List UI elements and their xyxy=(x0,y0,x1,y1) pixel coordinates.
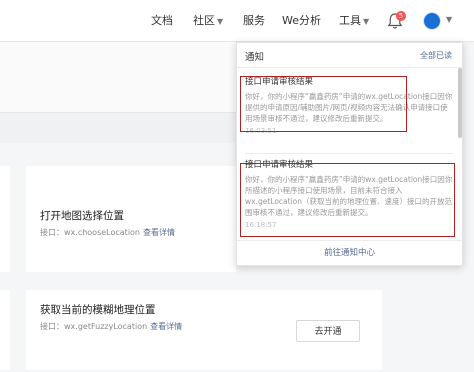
background-band xyxy=(0,42,238,113)
card-fragment xyxy=(0,166,10,272)
notification-title: 通知 xyxy=(245,52,265,63)
card-interface: 接口：wx.getFuzzyLocation 查看详情 xyxy=(40,322,183,331)
scrollbar[interactable] xyxy=(458,68,462,138)
card-title: 获取当前的模糊地理位置 xyxy=(40,304,156,316)
nav-tools[interactable]: 工具 ▼ xyxy=(339,13,369,30)
go-to-notification-center-link[interactable]: 前往通知中心 xyxy=(237,240,462,265)
card-fragment xyxy=(0,290,10,370)
notification-count-badge: 5 xyxy=(396,11,406,21)
enable-button[interactable]: 去开通 xyxy=(296,320,360,342)
divider xyxy=(245,153,453,154)
card-title: 打开地图选择位置 xyxy=(40,210,124,222)
background-band xyxy=(0,113,238,143)
api-card-choose-location: 打开地图选择位置 接口：wx.chooseLocation 查看详情 xyxy=(26,166,236,272)
highlight-box xyxy=(240,163,455,237)
view-detail-link[interactable]: 查看详情 xyxy=(150,322,182,331)
card-interface: 接口：wx.chooseLocation 查看详情 xyxy=(40,228,176,237)
highlight-box xyxy=(240,76,407,132)
chevron-down-icon: ▼ xyxy=(363,17,370,26)
nav-services[interactable]: 服务 xyxy=(243,13,265,29)
nav-community[interactable]: 社区 ▼ xyxy=(193,13,223,30)
api-card-fuzzy-location: 获取当前的模糊地理位置 接口：wx.getFuzzyLocation 查看详情 去… xyxy=(26,290,382,370)
avatar[interactable] xyxy=(423,12,441,30)
notification-header: 通知 全部已读 xyxy=(237,43,462,68)
chevron-down-icon[interactable]: ▼ xyxy=(446,15,452,24)
top-navigation: 文档 社区 ▼ 服务 We分析 工具 ▼ 5 ▼ xyxy=(0,0,474,42)
nav-docs[interactable]: 文档 xyxy=(151,13,173,29)
nav-we-analysis[interactable]: We分析 xyxy=(282,13,321,29)
chevron-down-icon: ▼ xyxy=(217,17,224,26)
view-detail-link[interactable]: 查看详情 xyxy=(143,228,175,237)
mark-all-read-link[interactable]: 全部已读 xyxy=(420,50,452,61)
